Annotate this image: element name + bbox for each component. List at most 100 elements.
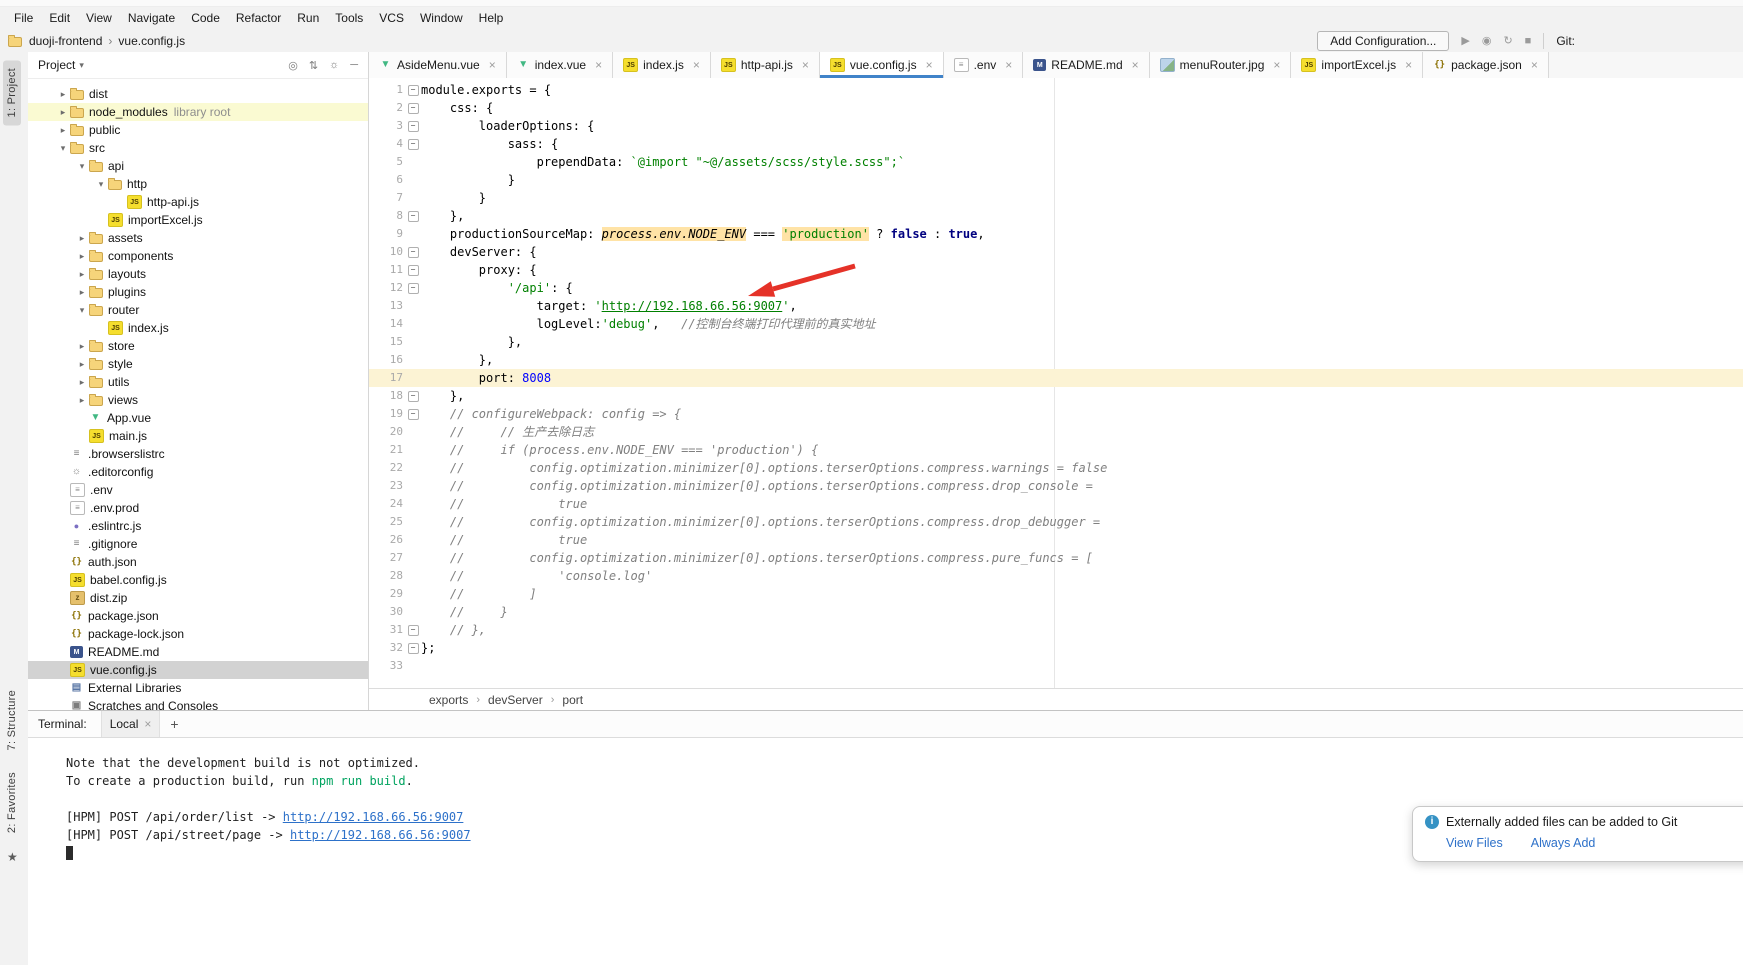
tree-item-store[interactable]: ▸store	[28, 337, 368, 355]
terminal-tab-local[interactable]: Local ×	[101, 711, 161, 737]
tree-item-index-js[interactable]: JSindex.js	[28, 319, 368, 337]
tab-vue-config-js[interactable]: JSvue.config.js×	[820, 52, 944, 78]
tree-item-external-libraries[interactable]: ▤External Libraries	[28, 679, 368, 697]
close-icon[interactable]: ×	[1273, 59, 1280, 71]
tab-asidemenu-vue[interactable]: ▼AsideMenu.vue×	[369, 52, 507, 78]
code-editor[interactable]: 1module.exports = {2 css: {3 loaderOptio…	[369, 78, 1743, 691]
tree-item-http-api-js[interactable]: JShttp-api.js	[28, 193, 368, 211]
tree-item-readme-md[interactable]: MREADME.md	[28, 643, 368, 661]
tree-item-style[interactable]: ▸style	[28, 355, 368, 373]
close-icon[interactable]: ×	[693, 59, 700, 71]
chevron-right-icon[interactable]: ▸	[75, 395, 89, 406]
collapse-all-icon[interactable]: ⇅	[309, 59, 318, 72]
tree-item-vue-config-js[interactable]: JSvue.config.js	[28, 661, 368, 679]
close-icon[interactable]: ×	[1005, 59, 1012, 71]
git-branch-widget[interactable]: Git:	[1556, 34, 1575, 48]
terminal-link[interactable]: http://192.168.66.56:9007	[290, 826, 471, 844]
chevron-down-icon[interactable]: ▾	[75, 161, 89, 172]
close-icon[interactable]: ×	[802, 59, 809, 71]
fold-icon[interactable]	[405, 117, 421, 135]
fold-icon[interactable]	[405, 207, 421, 225]
always-add-link[interactable]: Always Add	[1531, 836, 1596, 850]
tab-env[interactable]: ≡.env×	[944, 52, 1024, 78]
chevron-right-icon[interactable]: ▸	[56, 125, 70, 136]
chevron-right-icon[interactable]: ▸	[56, 107, 70, 118]
tree-item-assets[interactable]: ▸assets	[28, 229, 368, 247]
menu-run[interactable]: Run	[289, 7, 327, 29]
tab-package-json[interactable]: {}package.json×	[1423, 52, 1549, 78]
fold-icon[interactable]	[405, 99, 421, 117]
chevron-down-icon[interactable]: ▾	[79, 60, 84, 71]
tool-button-structure[interactable]: 7: Structure	[3, 682, 21, 758]
breadcrumb-file[interactable]: vue.config.js	[116, 34, 187, 48]
chevron-down-icon[interactable]: ▾	[56, 143, 70, 154]
tree-item-eslintrc-js[interactable]: ●.eslintrc.js	[28, 517, 368, 535]
menu-window[interactable]: Window	[412, 7, 471, 29]
fold-icon[interactable]	[405, 639, 421, 657]
run-icon[interactable]: ▶	[1461, 34, 1469, 47]
breadcrumb-project[interactable]: duoji-frontend	[27, 34, 104, 48]
tree-item-plugins[interactable]: ▸plugins	[28, 283, 368, 301]
menu-help[interactable]: Help	[471, 7, 512, 29]
tree-item-utils[interactable]: ▸utils	[28, 373, 368, 391]
tree-item-env-prod[interactable]: ≡.env.prod	[28, 499, 368, 517]
chevron-right-icon[interactable]: ▸	[75, 233, 89, 244]
tab-readme-md[interactable]: MREADME.md×	[1023, 52, 1149, 78]
settings-icon[interactable]: ☼	[329, 59, 339, 72]
sync-icon[interactable]: ↻	[1503, 34, 1512, 47]
fold-icon[interactable]	[405, 135, 421, 153]
tree-item-browserslistrc[interactable]: ≡.browserslistrc	[28, 445, 368, 463]
hide-panel-icon[interactable]: ─	[350, 59, 358, 72]
chevron-right-icon[interactable]: ▸	[75, 269, 89, 280]
tree-item-dist-zip[interactable]: zdist.zip	[28, 589, 368, 607]
tree-item-layouts[interactable]: ▸layouts	[28, 265, 368, 283]
add-configuration-button[interactable]: Add Configuration...	[1317, 31, 1449, 51]
fold-icon[interactable]	[405, 81, 421, 99]
tab-http-api-js[interactable]: JShttp-api.js×	[711, 52, 820, 78]
menu-edit[interactable]: Edit	[41, 7, 78, 29]
tree-item-views[interactable]: ▸views	[28, 391, 368, 409]
breadcrumb-exports[interactable]: exports	[429, 693, 468, 707]
tree-item-editorconfig[interactable]: ☼.editorconfig	[28, 463, 368, 481]
tool-button-project[interactable]: 1: Project	[3, 60, 21, 125]
tab-menurouter-jpg[interactable]: menuRouter.jpg×	[1150, 52, 1292, 78]
tree-item-public[interactable]: ▸public	[28, 121, 368, 139]
tree-item-importexcel-js[interactable]: JSimportExcel.js	[28, 211, 368, 229]
tab-importexcel-js[interactable]: JSimportExcel.js×	[1291, 52, 1423, 78]
tree-item-components[interactable]: ▸components	[28, 247, 368, 265]
tree-item-babel-config-js[interactable]: JSbabel.config.js	[28, 571, 368, 589]
menu-code[interactable]: Code	[183, 7, 228, 29]
chevron-right-icon[interactable]: ▸	[75, 377, 89, 388]
tree-item-main-js[interactable]: JSmain.js	[28, 427, 368, 445]
fold-icon[interactable]	[405, 387, 421, 405]
tree-item-node-modules[interactable]: ▸node_moduleslibrary root	[28, 103, 368, 121]
tree-item-package-json[interactable]: {}package.json	[28, 607, 368, 625]
close-icon[interactable]: ×	[1132, 59, 1139, 71]
breadcrumb-devserver[interactable]: devServer	[488, 693, 543, 707]
close-icon[interactable]: ×	[595, 59, 602, 71]
menu-refactor[interactable]: Refactor	[228, 7, 289, 29]
terminal-link[interactable]: http://192.168.66.56:9007	[283, 808, 464, 826]
fold-icon[interactable]	[405, 261, 421, 279]
chevron-down-icon[interactable]: ▾	[94, 179, 108, 190]
tree-item-dist[interactable]: ▸dist	[28, 85, 368, 103]
menu-navigate[interactable]: Navigate	[120, 7, 183, 29]
tab-index-js[interactable]: JSindex.js×	[613, 52, 711, 78]
chevron-right-icon[interactable]: ▸	[75, 251, 89, 262]
tree-item-http[interactable]: ▾http	[28, 175, 368, 193]
chevron-right-icon[interactable]: ▸	[75, 359, 89, 370]
fold-icon[interactable]	[405, 243, 421, 261]
tree-item-package-lock-json[interactable]: {}package-lock.json	[28, 625, 368, 643]
stop-icon[interactable]: ■	[1525, 35, 1532, 47]
tab-index-vue[interactable]: ▼index.vue×	[507, 52, 613, 78]
tree-item-src[interactable]: ▾src	[28, 139, 368, 157]
tool-button-favorites[interactable]: 2: Favorites	[3, 764, 21, 841]
menu-vcs[interactable]: VCS	[371, 7, 412, 29]
tree-item-auth-json[interactable]: {}auth.json	[28, 553, 368, 571]
tree-item-router[interactable]: ▾router	[28, 301, 368, 319]
close-icon[interactable]: ×	[1405, 59, 1412, 71]
menu-view[interactable]: View	[78, 7, 120, 29]
menu-file[interactable]: File	[6, 7, 41, 29]
chevron-right-icon[interactable]: ▸	[75, 341, 89, 352]
fold-icon[interactable]	[405, 279, 421, 297]
